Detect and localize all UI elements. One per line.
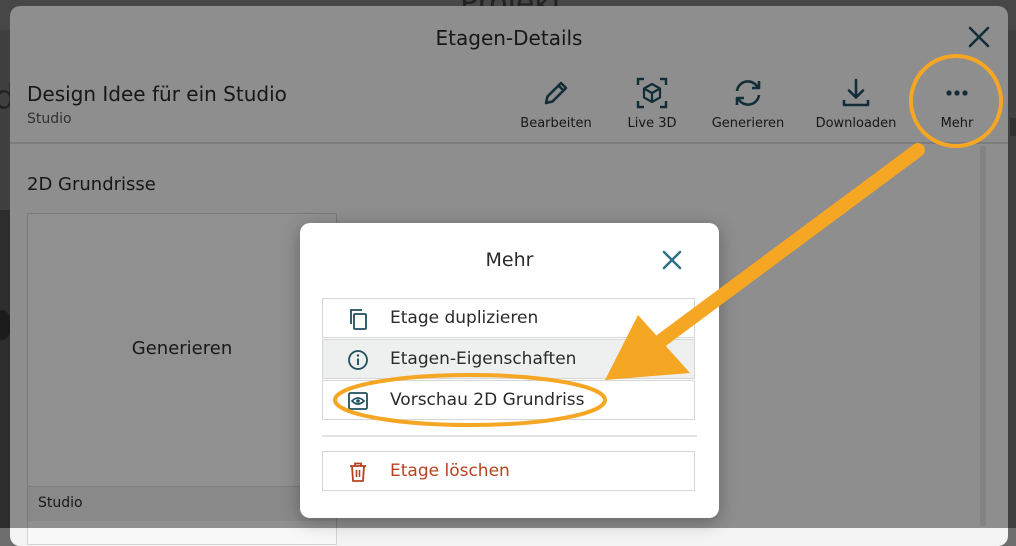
popup-title: Mehr <box>485 249 534 271</box>
menu-item-label: Etage duplizieren <box>390 308 539 328</box>
menu-item-delete-floor[interactable]: Etage löschen <box>322 451 695 491</box>
eye-icon <box>348 392 368 410</box>
trash-icon <box>350 462 366 482</box>
menu-item-label: Etagen-Eigenschaften <box>390 349 577 369</box>
menu-item-label: Etage löschen <box>390 461 510 481</box>
menu-item-duplicate[interactable]: Etage duplizieren <box>322 298 695 338</box>
copy-icon <box>350 309 367 330</box>
menu-item-properties[interactable]: Etagen-Eigenschaften <box>322 339 695 379</box>
close-icon[interactable] <box>661 249 683 271</box>
menu-item-label: Vorschau 2D Grundriss <box>390 390 585 410</box>
menu-item-preview-2d[interactable]: Vorschau 2D Grundriss <box>322 380 695 420</box>
info-icon <box>348 350 368 370</box>
more-popup: Mehr Etage duplizieren Etagen-Eigenschaf… <box>300 223 719 518</box>
menu-divider <box>322 435 697 437</box>
